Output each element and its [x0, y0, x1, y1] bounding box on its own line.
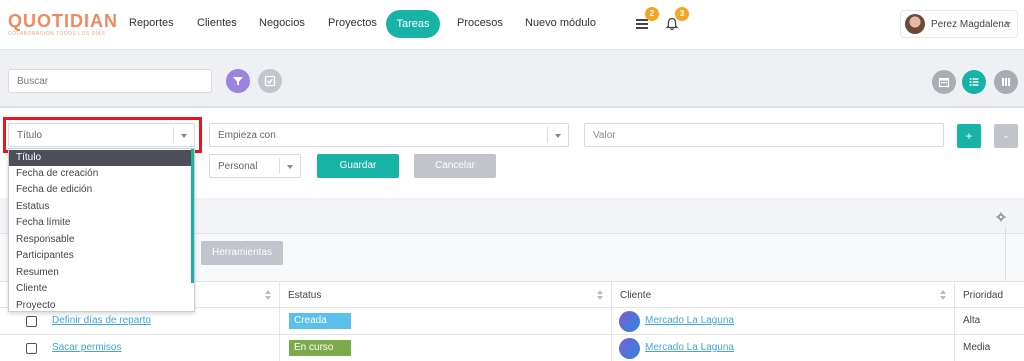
chevron-down-icon: [555, 134, 561, 138]
filter-scope-select[interactable]: Personal: [209, 154, 301, 178]
list-view-button[interactable]: [962, 70, 986, 94]
nav-clientes[interactable]: Clientes: [197, 17, 237, 29]
column-header-label: Estatus: [288, 290, 322, 301]
field-dropdown-menu: Título Fecha de creación Fecha de edició…: [8, 148, 195, 312]
sort-icon[interactable]: [940, 290, 946, 300]
filter-operator-select[interactable]: Empieza con: [209, 123, 569, 147]
row-checkbox[interactable]: [26, 343, 37, 354]
calendar-view-button[interactable]: [932, 70, 956, 94]
brand-tagline: COLABORACIÓN TODOS LOS DÍAS: [8, 31, 106, 37]
status-badge: En curso: [289, 340, 351, 356]
tools-button[interactable]: Herramientas: [201, 241, 283, 265]
gear-icon[interactable]: [996, 212, 1006, 222]
priority-text: Alta: [963, 315, 981, 326]
column-header-label: Prioridad: [963, 290, 1004, 301]
brand-name: QUOTIDIAN: [8, 11, 118, 31]
messages-badge: 2: [645, 7, 659, 21]
cancel-button[interactable]: Cancelar: [414, 154, 496, 178]
dropdown-option-fecha-edicion[interactable]: Fecha de edición: [9, 182, 192, 198]
dropdown-option-proyecto[interactable]: Proyecto: [9, 298, 192, 311]
table-row[interactable]: Definir días de reparto Creada Mercado L…: [0, 308, 1024, 335]
dropdown-option-estatus[interactable]: Estatus: [9, 199, 192, 215]
dropdown-option-resumen[interactable]: Resumen: [9, 265, 192, 281]
user-menu[interactable]: Perez Magdalena: [900, 10, 1018, 38]
nav-nuevo-modulo[interactable]: Nuevo módulo: [525, 17, 596, 29]
save-button[interactable]: Guardar: [317, 154, 399, 178]
dropdown-option-cliente[interactable]: Cliente: [9, 281, 192, 297]
status-badge: Creada: [289, 313, 351, 329]
chevron-down-icon: [287, 165, 293, 169]
chevron-down-icon: [1005, 22, 1011, 26]
select-separator: [547, 127, 548, 143]
search-input[interactable]: [8, 69, 212, 93]
sort-icon[interactable]: [597, 290, 603, 300]
columns-icon: [1002, 78, 1010, 86]
priority-text: Media: [963, 342, 991, 353]
notifications-button[interactable]: 3: [663, 7, 689, 33]
column-header-label: Cliente: [620, 290, 652, 301]
filter-scope-value: Personal: [218, 161, 258, 172]
cell-title: [0, 335, 280, 361]
dropdown-option-fecha-creacion[interactable]: Fecha de creación: [9, 166, 192, 182]
dropdown-option-responsable[interactable]: Responsable: [9, 232, 192, 248]
user-name: Perez Magdalena: [931, 19, 1010, 30]
filter-operator-value: Empieza con: [218, 130, 276, 141]
list-icon: [969, 78, 979, 86]
messages-button[interactable]: 2: [633, 7, 659, 33]
task-title-link[interactable]: Definir días de reparto: [52, 315, 151, 326]
avatar: [905, 14, 925, 34]
avatar: [619, 311, 640, 332]
select-separator: [279, 158, 280, 174]
nav-reportes[interactable]: Reportes: [129, 17, 174, 29]
column-header-client[interactable]: Cliente: [612, 282, 955, 308]
table-row[interactable]: Sacar permisos En curso Mercado La Lagun…: [0, 335, 1024, 361]
nav-procesos[interactable]: Procesos: [457, 17, 503, 29]
dropdown-scrollbar[interactable]: [191, 149, 194, 283]
client-link[interactable]: Mercado La Laguna: [645, 315, 734, 326]
avatar: [619, 338, 640, 359]
nav-negocios[interactable]: Negocios: [259, 17, 305, 29]
task-title-link[interactable]: Sacar permisos: [52, 342, 121, 353]
notifications-badge: 3: [675, 7, 689, 21]
dropdown-option-participantes[interactable]: Participantes: [9, 248, 192, 264]
dropdown-option-fecha-limite[interactable]: Fecha límite: [9, 215, 192, 231]
filter-button[interactable]: [226, 69, 250, 93]
sort-icon[interactable]: [265, 290, 271, 300]
dropdown-option-titulo[interactable]: Título: [9, 150, 192, 166]
calendar-icon: [938, 77, 950, 88]
columns-view-button[interactable]: [994, 70, 1018, 94]
nav-tareas-active[interactable]: Tareas: [386, 10, 440, 38]
column-header-priority[interactable]: Prioridad: [955, 282, 1024, 308]
select-toggle-button[interactable]: [258, 69, 282, 93]
column-header-status[interactable]: Estatus: [280, 282, 612, 308]
nav-proyectos[interactable]: Proyectos: [328, 17, 377, 29]
checkbox-icon: [264, 75, 276, 87]
remove-filter-button[interactable]: -: [994, 124, 1018, 148]
filter-icon: [233, 77, 243, 86]
client-link[interactable]: Mercado La Laguna: [645, 342, 734, 353]
top-navbar: QUOTIDIAN COLABORACIÓN TODOS LOS DÍAS Re…: [0, 0, 1024, 50]
brand-logo[interactable]: QUOTIDIAN COLABORACIÓN TODOS LOS DÍAS: [8, 12, 118, 40]
filter-value-input[interactable]: Valor: [584, 123, 944, 147]
filter-value-placeholder: Valor: [593, 130, 616, 141]
add-filter-button[interactable]: +: [957, 124, 981, 148]
row-checkbox[interactable]: [26, 316, 37, 327]
